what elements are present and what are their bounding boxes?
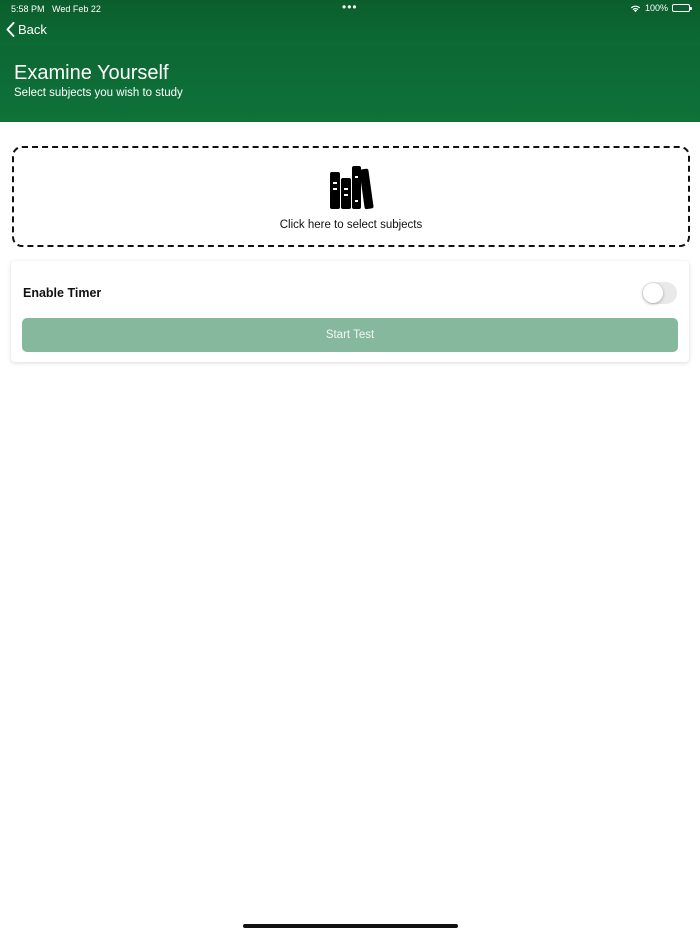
home-indicator[interactable] xyxy=(243,924,458,928)
toggle-knob xyxy=(643,283,663,303)
app-header: 5:58 PM Wed Feb 22 ••• 100% Back Examine… xyxy=(0,0,700,122)
test-options-card: Enable Timer Start Test xyxy=(11,261,689,362)
status-date: Wed Feb 22 xyxy=(52,4,101,14)
enable-timer-toggle[interactable] xyxy=(642,282,677,304)
status-bar: 5:58 PM Wed Feb 22 ••• 100% xyxy=(0,0,700,18)
wifi-icon xyxy=(630,5,641,12)
select-subjects-label: Click here to select subjects xyxy=(279,219,423,231)
select-subjects-button[interactable]: Click here to select subjects xyxy=(12,146,690,247)
books-icon xyxy=(330,166,374,210)
battery-icon xyxy=(672,4,692,12)
battery-percent: 100% xyxy=(644,3,668,13)
chevron-left-icon xyxy=(6,22,15,37)
page-subtitle: Select subjects you wish to study xyxy=(14,87,183,99)
back-label: Back xyxy=(18,22,47,37)
enable-timer-label: Enable Timer xyxy=(23,286,102,300)
status-time: 5:58 PM xyxy=(11,4,45,14)
title-area: Examine Yourself Select subjects you wis… xyxy=(0,47,700,122)
page-title: Examine Yourself xyxy=(14,62,169,84)
back-button[interactable]: Back xyxy=(6,22,47,37)
navigation-bar: Back xyxy=(0,18,700,46)
status-indicators: 100% xyxy=(630,3,692,13)
multitasking-dots-icon[interactable]: ••• xyxy=(342,0,358,14)
start-test-button[interactable]: Start Test xyxy=(22,318,678,352)
